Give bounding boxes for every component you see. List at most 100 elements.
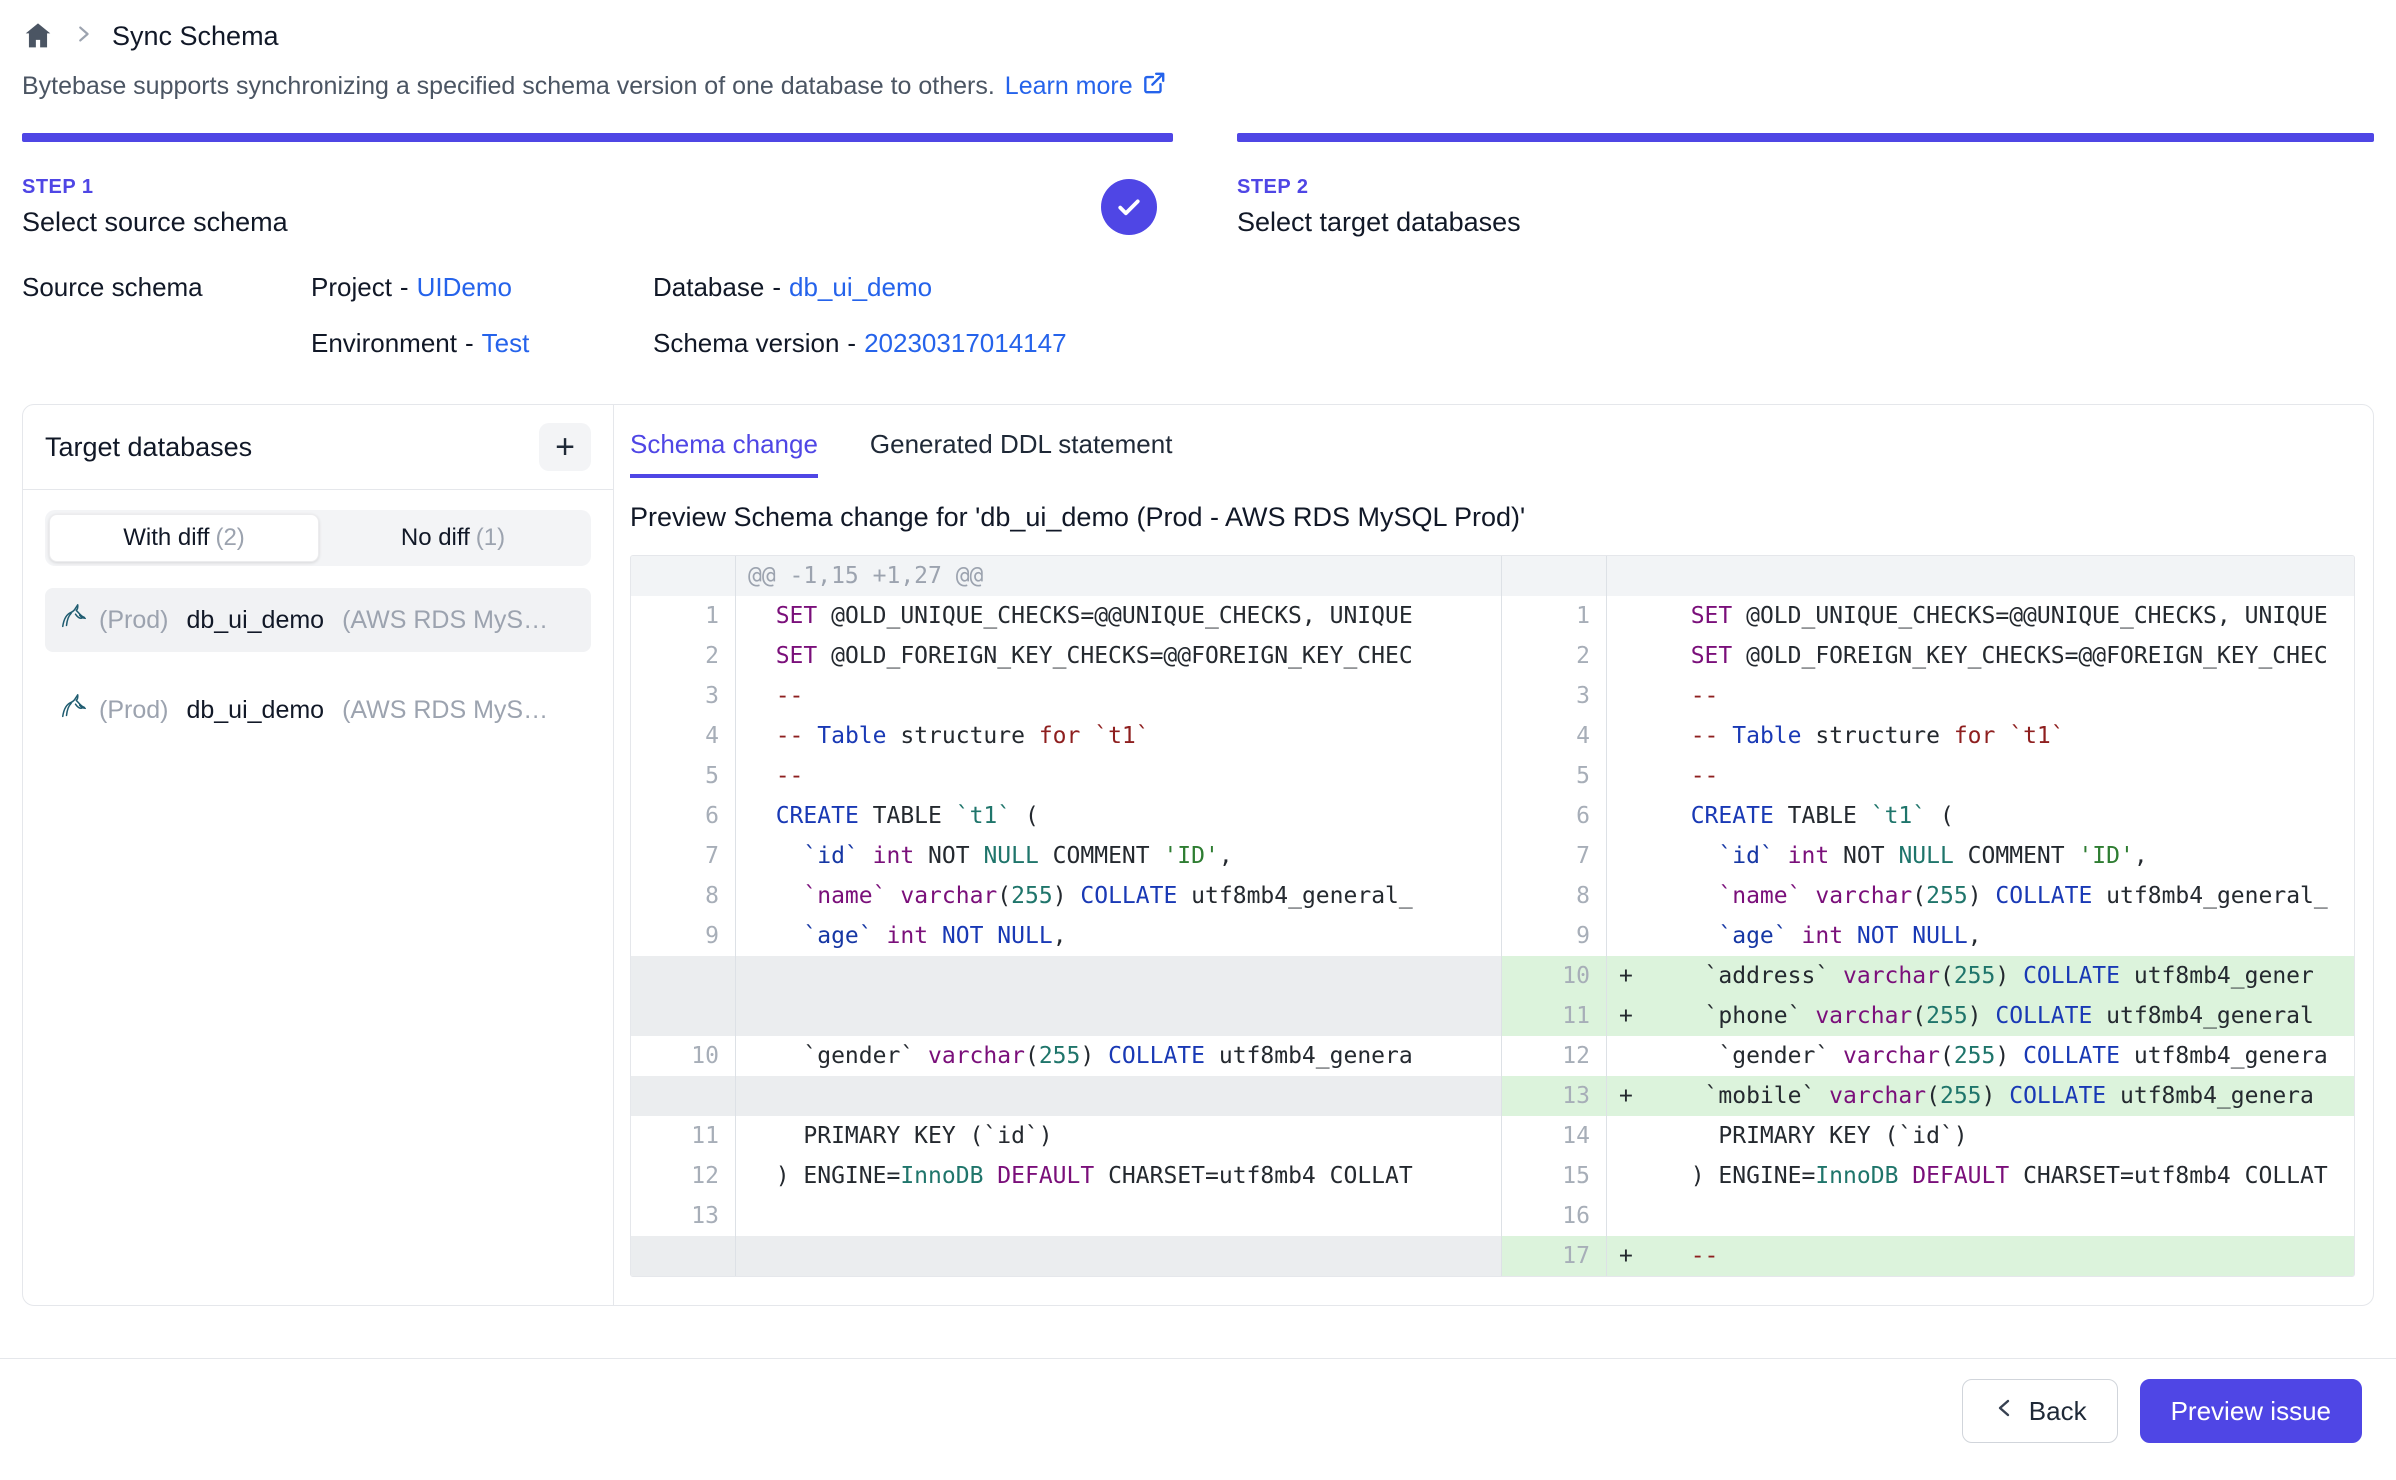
diff-row: 17+ -- [1502,1236,2354,1276]
step-2-title: Select target databases [1237,207,2374,238]
code-line: `name` varchar(255) COLLATE utf8mb4_gene… [736,876,1501,916]
code-line: SET @OLD_FOREIGN_KEY_CHECKS=@@FOREIGN_KE… [1651,636,2354,676]
diff-row [631,996,1501,1036]
diff-row: 4 -- Table structure for `t1` [1502,716,2354,756]
diff-row: 6 CREATE TABLE `t1` ( [1502,796,2354,836]
diff-marker: + [1607,1236,1651,1276]
code-line: `address` varchar(255) COLLATE utf8mb4_g… [1651,956,2354,996]
project-link[interactable]: UIDemo [417,272,512,302]
code-line: `gender` varchar(255) COLLATE utf8mb4_ge… [1651,1036,2354,1076]
code-line: `id` int NOT NULL COMMENT 'ID', [736,836,1501,876]
field-environment: Environment-Test [311,326,653,360]
code-line: `age` int NOT NULL, [1651,916,2354,956]
diff-marker [1607,676,1651,716]
diff-marker [1607,1196,1651,1236]
learn-more-link[interactable]: Learn more [1005,70,1167,103]
diff-pane-source: @@ -1,15 +1,27 @@1 SET @OLD_UNIQUE_CHECK… [631,556,1501,1276]
diff-row [1502,556,2354,596]
diff-row: 5 -- [1502,756,2354,796]
database-item[interactable]: (Prod) db_ui_demo (AWS RDS MyS… [45,588,591,652]
sync-schema-page: Sync Schema Bytebase supports synchroniz… [0,0,2396,1480]
code-line [736,996,1501,1036]
step-indicator: STEP 1 Select source schema STEP 2 Selec… [22,133,2374,238]
diff-row: 11 PRIMARY KEY (`id`) [631,1116,1501,1156]
diff-pane-target: 1 SET @OLD_UNIQUE_CHECKS=@@UNIQUE_CHECKS… [1501,556,2354,1276]
diff-row: 8 `name` varchar(255) COLLATE utf8mb4_ge… [1502,876,2354,916]
code-line: `gender` varchar(255) COLLATE utf8mb4_ge… [736,1036,1501,1076]
database-link[interactable]: db_ui_demo [789,272,932,302]
line-number: 1 [631,596,736,636]
diff-row: 15 ) ENGINE=InnoDB DEFAULT CHARSET=utf8m… [1502,1156,2354,1196]
line-number: 2 [631,636,736,676]
line-number: 15 [1502,1156,1607,1196]
code-line: `age` int NOT NULL, [736,916,1501,956]
diff-marker [1607,556,1651,596]
line-number: 12 [1502,1036,1607,1076]
code-line: SET @OLD_UNIQUE_CHECKS=@@UNIQUE_CHECKS, … [736,596,1501,636]
code-line: ) ENGINE=InnoDB DEFAULT CHARSET=utf8mb4 … [1651,1156,2354,1196]
diff-row: 6 CREATE TABLE `t1` ( [631,796,1501,836]
line-number: 4 [631,716,736,756]
db-name: db_ui_demo [186,606,324,635]
field-schema-version: Schema version-20230317014147 [653,326,1067,360]
diff-row: 12 ) ENGINE=InnoDB DEFAULT CHARSET=utf8m… [631,1156,1501,1196]
tab-generated-ddl[interactable]: Generated DDL statement [870,429,1173,478]
back-button[interactable]: Back [1962,1379,2118,1443]
diff-row: 9 `age` int NOT NULL, [1502,916,2354,956]
line-number: 11 [1502,996,1607,1036]
code-line [1651,556,2354,596]
code-line: CREATE TABLE `t1` ( [736,796,1501,836]
diff-marker: + [1607,956,1651,996]
db-name: db_ui_demo [186,696,324,725]
field-database: Database-db_ui_demo [653,270,1067,304]
diff-row: 2 SET @OLD_FOREIGN_KEY_CHECKS=@@FOREIGN_… [1502,636,2354,676]
tab-with-diff[interactable]: With diff(2) [49,514,319,562]
environment-link[interactable]: Test [482,328,530,358]
line-number: 5 [1502,756,1607,796]
diff-row: 13 [631,1196,1501,1236]
footer-divider [0,1358,2396,1359]
code-line [736,1076,1501,1116]
check-icon [1114,192,1144,222]
code-line: @@ -1,15 +1,27 @@ [736,556,1501,596]
diff-filter-tabs: With diff(2) No diff(1) [45,510,591,566]
database-item[interactable]: (Prod) db_ui_demo (AWS RDS MyS… [45,678,591,742]
code-line: ) ENGINE=InnoDB DEFAULT CHARSET=utf8mb4 … [736,1156,1501,1196]
diff-row: 8 `name` varchar(255) COLLATE utf8mb4_ge… [631,876,1501,916]
line-number: 7 [1502,836,1607,876]
line-number: 2 [1502,636,1607,676]
chevron-left-icon [1993,1396,2017,1427]
line-number: 12 [631,1156,736,1196]
schema-diff-view[interactable]: @@ -1,15 +1,27 @@1 SET @OLD_UNIQUE_CHECK… [630,555,2355,1277]
code-line: SET @OLD_UNIQUE_CHECKS=@@UNIQUE_CHECKS, … [1651,596,2354,636]
line-number: 16 [1502,1196,1607,1236]
code-line: -- [736,756,1501,796]
schema-version-link[interactable]: 20230317014147 [864,328,1066,358]
diff-marker [1607,1116,1651,1156]
line-number [631,1076,736,1116]
preview-tabs: Schema change Generated DDL statement [630,429,2355,478]
code-line: -- Table structure for `t1` [1651,716,2354,756]
line-number [631,996,736,1036]
preview-issue-button[interactable]: Preview issue [2140,1379,2362,1443]
line-number: 10 [1502,956,1607,996]
home-icon[interactable] [22,20,54,52]
page-title: Sync Schema [112,21,279,52]
tab-no-diff[interactable]: No diff(1) [319,514,587,562]
code-line: PRIMARY KEY (`id`) [736,1116,1501,1156]
line-number: 9 [1502,916,1607,956]
code-line: `id` int NOT NULL COMMENT 'ID', [1651,836,2354,876]
schema-preview-panel: Schema change Generated DDL statement Pr… [614,405,2373,1305]
step-1-progress-bar [22,133,1173,142]
tab-schema-change[interactable]: Schema change [630,429,818,478]
line-number: 4 [1502,716,1607,756]
line-number: 14 [1502,1116,1607,1156]
line-number: 3 [631,676,736,716]
add-database-button[interactable]: + [539,423,591,471]
diff-row: 11+ `phone` varchar(255) COLLATE utf8mb4… [1502,996,2354,1036]
step-1: STEP 1 Select source schema [22,133,1173,238]
line-number: 8 [1502,876,1607,916]
line-number: 9 [631,916,736,956]
preview-title: Preview Schema change for 'db_ui_demo (P… [630,502,2355,533]
diff-marker [1607,1156,1651,1196]
